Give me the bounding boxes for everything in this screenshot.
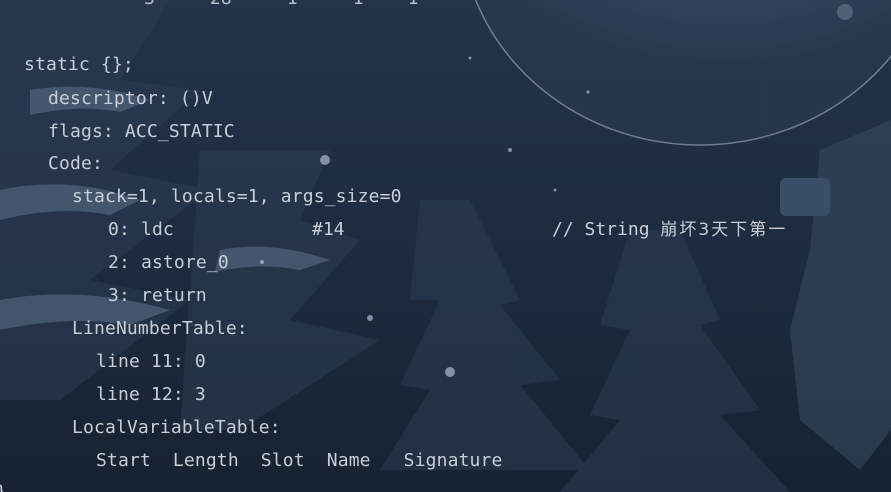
- constant-pool-ref: #14: [312, 219, 345, 240]
- local-variable-table-header: Start Length Slot Name Signature: [96, 450, 503, 471]
- line-number-entry: line 12: 3: [96, 384, 206, 405]
- string-comment: // String 崩坏3天下第一: [552, 217, 787, 243]
- line-number-entry: line 11: 0: [96, 351, 206, 372]
- instruction-return: 3: return: [108, 285, 207, 306]
- instruction-astore: 2: astore_0: [108, 252, 229, 273]
- descriptor-line: descriptor: ()V: [48, 88, 213, 109]
- line-number-table-label: LineNumberTable:: [72, 318, 248, 339]
- local-variable-table-label: LocalVariableTable:: [72, 417, 281, 438]
- flags-line: flags: ACC_STATIC: [48, 121, 235, 142]
- stack-info-line: stack=1, locals=1, args_size=0: [72, 186, 402, 207]
- partial-top-line: 3 28 1 1 1: [144, 0, 419, 12]
- string-comment-value: 崩坏3天下第一: [660, 220, 788, 240]
- code-section-label: Code:: [48, 153, 103, 174]
- instruction-ldc: 0: ldc: [108, 219, 174, 240]
- string-comment-prefix: // String: [552, 219, 661, 240]
- static-block-declaration: static {};: [24, 54, 134, 75]
- code-editor[interactable]: 3 28 1 1 1 static {}; descriptor: ()V fl…: [0, 0, 891, 492]
- closing-brace: }: [0, 480, 7, 492]
